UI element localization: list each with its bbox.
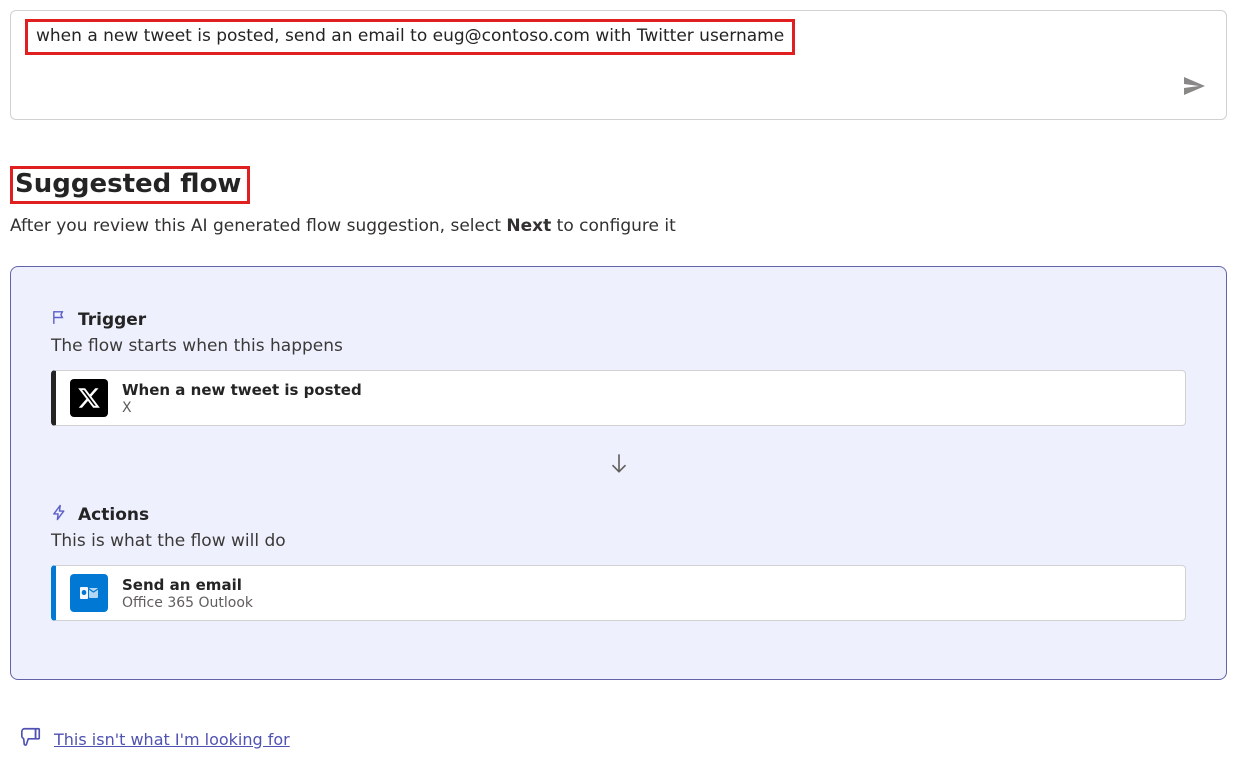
action-step-card[interactable]: Send an email Office 365 Outlook bbox=[51, 565, 1186, 621]
x-twitter-icon bbox=[70, 379, 108, 417]
send-icon bbox=[1182, 86, 1206, 101]
suggested-flow-heading: Suggested flow bbox=[10, 166, 250, 204]
trigger-description: The flow starts when this happens bbox=[51, 336, 1186, 356]
actions-label-row: Actions bbox=[51, 504, 1186, 525]
feedback-row: This isn't what I'm looking for bbox=[10, 726, 1227, 752]
thumbs-down-icon[interactable] bbox=[20, 726, 42, 752]
trigger-label-row: Trigger bbox=[51, 309, 1186, 330]
prompt-input-text[interactable]: when a new tweet is posted, send an emai… bbox=[36, 26, 784, 46]
feedback-link[interactable]: This isn't what I'm looking for bbox=[54, 730, 290, 749]
actions-description: This is what the flow will do bbox=[51, 531, 1186, 551]
action-step-connector: Office 365 Outlook bbox=[122, 595, 253, 611]
prompt-input-highlight: when a new tweet is posted, send an emai… bbox=[25, 19, 795, 55]
trigger-step-card[interactable]: When a new tweet is posted X bbox=[51, 370, 1186, 426]
trigger-step-connector: X bbox=[122, 400, 362, 416]
prompt-input-container[interactable]: when a new tweet is posted, send an emai… bbox=[10, 10, 1227, 120]
send-button[interactable] bbox=[1178, 70, 1210, 105]
flow-card: Trigger The flow starts when this happen… bbox=[10, 266, 1227, 680]
bolt-icon bbox=[51, 504, 68, 525]
actions-label: Actions bbox=[78, 505, 149, 525]
action-step-title: Send an email bbox=[122, 576, 253, 594]
subtext-after: to configure it bbox=[551, 216, 676, 236]
trigger-step-text: When a new tweet is posted X bbox=[122, 381, 362, 416]
subtext-bold: Next bbox=[506, 216, 551, 236]
trigger-label: Trigger bbox=[78, 310, 146, 330]
flag-icon bbox=[51, 309, 68, 330]
flow-arrow bbox=[51, 450, 1186, 480]
suggested-flow-subtext: After you review this AI generated flow … bbox=[10, 216, 1227, 236]
action-step-text: Send an email Office 365 Outlook bbox=[122, 576, 253, 611]
trigger-step-title: When a new tweet is posted bbox=[122, 381, 362, 399]
subtext-before: After you review this AI generated flow … bbox=[10, 216, 506, 236]
outlook-icon bbox=[70, 574, 108, 612]
